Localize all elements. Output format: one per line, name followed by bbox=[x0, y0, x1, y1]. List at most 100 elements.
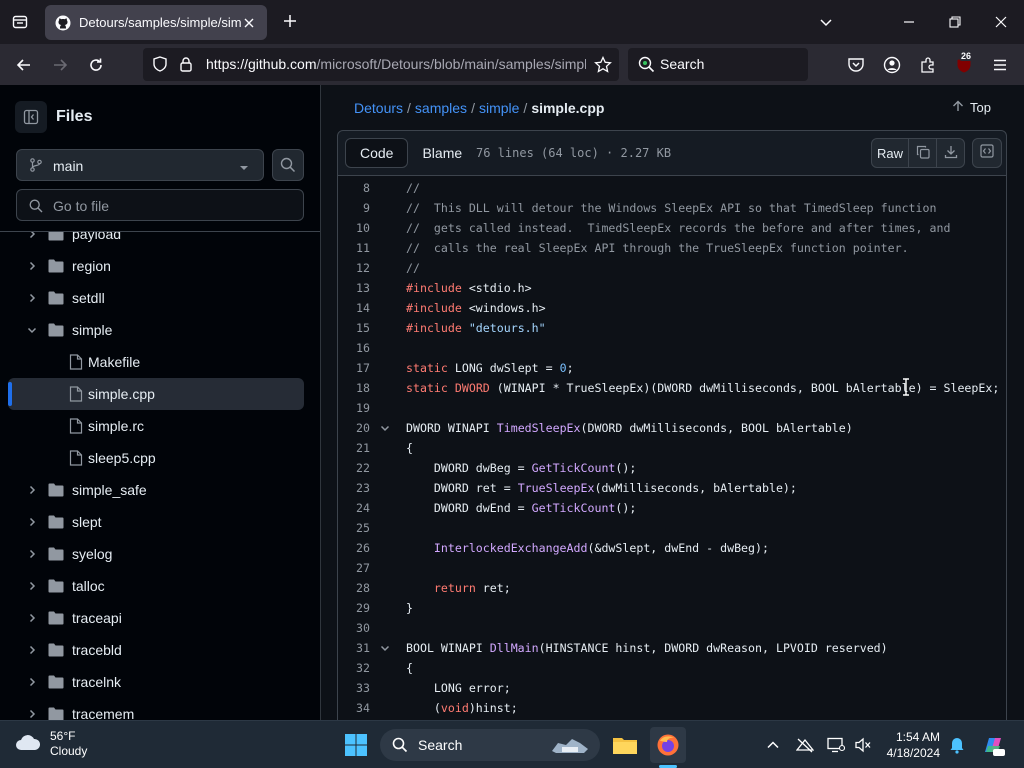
tab-code[interactable]: Code bbox=[345, 138, 409, 168]
chevron-down-icon[interactable] bbox=[814, 10, 838, 34]
line-number[interactable]: 11 bbox=[338, 238, 370, 258]
tree-folder-tracemem[interactable]: tracemem bbox=[8, 698, 304, 720]
line-number[interactable]: 22 bbox=[338, 458, 370, 478]
raw-button[interactable]: Raw bbox=[872, 139, 908, 167]
line-number[interactable]: 27 bbox=[338, 558, 370, 578]
firefox-icon[interactable] bbox=[650, 727, 686, 763]
branch-selector[interactable]: main bbox=[16, 149, 264, 181]
tree-file-simple-rc[interactable]: simple.rc bbox=[8, 410, 304, 442]
chevron-up-icon[interactable] bbox=[763, 735, 783, 755]
chevron-right-icon[interactable] bbox=[26, 580, 38, 592]
tree-folder-slept[interactable]: slept bbox=[8, 506, 304, 538]
reload-icon[interactable] bbox=[83, 52, 109, 78]
forward-arrow-icon[interactable] bbox=[47, 52, 73, 78]
chevron-right-icon[interactable] bbox=[26, 708, 38, 720]
line-number[interactable]: 30 bbox=[338, 618, 370, 638]
line-number[interactable]: 23 bbox=[338, 478, 370, 498]
new-tab-button[interactable] bbox=[278, 10, 302, 34]
file-explorer-icon[interactable] bbox=[607, 727, 643, 763]
fold-chevron-icon[interactable] bbox=[379, 642, 391, 654]
tree-folder-setdll[interactable]: setdll bbox=[8, 282, 304, 314]
line-number[interactable]: 29 bbox=[338, 598, 370, 618]
line-number[interactable]: 9 bbox=[338, 198, 370, 218]
breadcrumb-link-samples[interactable]: samples bbox=[415, 100, 467, 116]
line-number[interactable]: 16 bbox=[338, 338, 370, 358]
line-number[interactable]: 21 bbox=[338, 438, 370, 458]
breadcrumb-link-simple[interactable]: simple bbox=[479, 100, 519, 116]
line-number[interactable]: 31 bbox=[338, 638, 370, 658]
line-number[interactable]: 26 bbox=[338, 538, 370, 558]
line-number[interactable]: 8 bbox=[338, 178, 370, 198]
copy-raw-button[interactable] bbox=[908, 139, 936, 167]
symbols-panel-button[interactable] bbox=[972, 138, 1002, 168]
line-number[interactable]: 34 bbox=[338, 698, 370, 718]
breadcrumb-link-repo[interactable]: Detours bbox=[354, 100, 403, 116]
line-number[interactable]: 25 bbox=[338, 518, 370, 538]
tab-blame[interactable]: Blame bbox=[408, 138, 476, 168]
tree-file-sleep5-cpp[interactable]: sleep5.cpp bbox=[8, 442, 304, 474]
tree-folder-talloc[interactable]: talloc bbox=[8, 570, 304, 602]
line-number[interactable]: 17 bbox=[338, 358, 370, 378]
tree-folder-tracebld[interactable]: tracebld bbox=[8, 634, 304, 666]
tree-folder-simple[interactable]: simple bbox=[8, 314, 304, 346]
line-number[interactable]: 33 bbox=[338, 678, 370, 698]
address-bar[interactable]: https://github.com/microsoft/Detours/blo… bbox=[143, 48, 619, 81]
code-view[interactable]: 8 // 9 // This DLL will detour the Windows … bbox=[337, 176, 1007, 720]
line-number[interactable]: 19 bbox=[338, 398, 370, 418]
chevron-right-icon[interactable] bbox=[26, 516, 38, 528]
line-number[interactable]: 13 bbox=[338, 278, 370, 298]
weather-widget[interactable]: 56°F Cloudy bbox=[14, 729, 87, 759]
system-clock[interactable]: 1:54 AM 4/18/2024 bbox=[882, 729, 940, 761]
chevron-right-icon[interactable] bbox=[26, 292, 38, 304]
back-arrow-icon[interactable] bbox=[11, 52, 37, 78]
taskbar-search-box[interactable]: Search bbox=[380, 729, 600, 761]
chevron-right-icon[interactable] bbox=[26, 260, 38, 272]
tab-close-icon[interactable] bbox=[241, 15, 257, 31]
notification-bell-icon[interactable] bbox=[947, 735, 967, 755]
chevron-right-icon[interactable] bbox=[26, 484, 38, 496]
chevron-right-icon[interactable] bbox=[26, 676, 38, 688]
tree-file-makefile[interactable]: Makefile bbox=[8, 346, 304, 378]
display-icon[interactable] bbox=[826, 735, 846, 755]
windows-start-icon[interactable] bbox=[344, 733, 368, 757]
line-number[interactable]: 15 bbox=[338, 318, 370, 338]
browser-tab-active[interactable]: Detours/samples/simple/simple.cpp bbox=[45, 5, 267, 40]
go-to-file-input[interactable] bbox=[53, 196, 293, 216]
tree-folder-syelog[interactable]: syelog bbox=[8, 538, 304, 570]
url-text[interactable]: https://github.com/microsoft/Detours/blo… bbox=[206, 56, 586, 72]
fold-chevron-icon[interactable] bbox=[379, 422, 391, 434]
sidebar-resize-gutter[interactable] bbox=[321, 85, 337, 720]
chevron-down-icon[interactable] bbox=[26, 324, 38, 336]
restore-icon[interactable] bbox=[941, 8, 969, 36]
search-files-button[interactable] bbox=[272, 149, 304, 181]
volume-muted-icon[interactable] bbox=[853, 735, 873, 755]
line-number[interactable]: 32 bbox=[338, 658, 370, 678]
tree-file-simple-cpp[interactable]: simple.cpp bbox=[8, 378, 304, 410]
network-off-icon[interactable] bbox=[795, 735, 815, 755]
tree-folder-simple-safe[interactable]: simple_safe bbox=[8, 474, 304, 506]
lock-icon[interactable] bbox=[178, 56, 194, 77]
tree-folder-region[interactable]: region bbox=[8, 250, 304, 282]
line-number[interactable]: 14 bbox=[338, 298, 370, 318]
pocket-icon[interactable] bbox=[843, 52, 869, 78]
shield-icon[interactable] bbox=[152, 56, 168, 77]
line-number[interactable]: 10 bbox=[338, 218, 370, 238]
browser-search-box[interactable]: Search bbox=[628, 48, 808, 81]
bookmark-star-icon[interactable] bbox=[590, 52, 616, 78]
chevron-right-icon[interactable] bbox=[26, 548, 38, 560]
hamburger-menu-icon[interactable] bbox=[987, 52, 1013, 78]
top-link[interactable]: Top bbox=[952, 100, 991, 115]
sidebar-collapse-button[interactable] bbox=[15, 101, 47, 133]
line-number[interactable]: 28 bbox=[338, 578, 370, 598]
line-number[interactable]: 12 bbox=[338, 258, 370, 278]
download-button[interactable] bbox=[936, 139, 964, 167]
extensions-icon[interactable] bbox=[915, 52, 941, 78]
close-window-icon[interactable] bbox=[987, 8, 1015, 36]
line-number[interactable]: 24 bbox=[338, 498, 370, 518]
chevron-right-icon[interactable] bbox=[26, 232, 38, 240]
chevron-right-icon[interactable] bbox=[26, 612, 38, 624]
tree-folder-traceapi[interactable]: traceapi bbox=[8, 602, 304, 634]
tree-folder-payload[interactable]: payload bbox=[8, 232, 304, 250]
line-number[interactable]: 20 bbox=[338, 418, 370, 438]
minimize-icon[interactable] bbox=[895, 8, 923, 36]
